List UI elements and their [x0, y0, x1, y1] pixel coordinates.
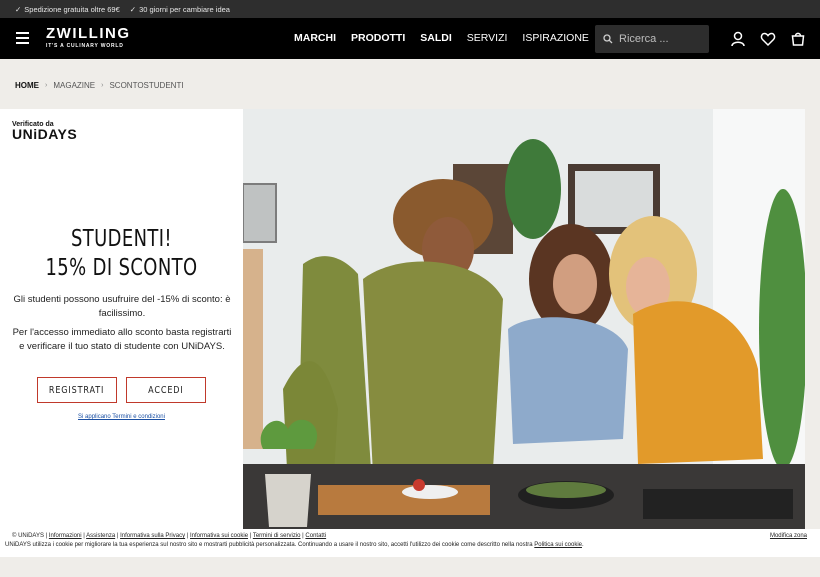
menu-icon[interactable] — [16, 32, 29, 44]
nav-item-ispirazione[interactable]: ISPIRAZIONE — [522, 32, 589, 44]
main-nav: MARCHI PRODOTTI SALDI SERVIZI ISPIRAZION… — [294, 32, 604, 44]
unidays-footer: © UNiDAYS | Informazioni | Assistenza | … — [0, 529, 820, 557]
cookie-policy-link[interactable]: Politica sui cookie — [534, 542, 582, 548]
footer-links: © UNiDAYS | Informazioni | Assistenza | … — [12, 533, 327, 539]
search-placeholder: Ricerca ... — [619, 33, 669, 45]
nav-item-servizi[interactable]: SERVIZI — [467, 32, 508, 44]
cookie-notice-text: UNiDAYS utilizza i cookie per migliorare… — [5, 542, 533, 548]
check-icon: ✓ — [129, 4, 137, 14]
topbar-item: ✓ 30 giorni per cambiare idea — [129, 4, 230, 14]
nav-item-prodotti[interactable]: PRODOTTI — [351, 32, 405, 44]
breadcrumb-home[interactable]: HOME — [15, 81, 39, 90]
cart-icon[interactable] — [790, 31, 806, 47]
terms-link[interactable]: Si applicano Termini e condizioni — [0, 414, 243, 420]
nav-item-marchi[interactable]: MARCHI — [294, 32, 336, 44]
breadcrumb-magazine[interactable]: MAGAZINE — [53, 81, 95, 90]
chevron-right-icon: › — [45, 82, 48, 89]
site-header: ZWILLING IT'S A CULINARY WORLD MARCHI PR… — [0, 18, 820, 59]
change-zone-link[interactable]: Modifica zona — [770, 533, 807, 539]
search-icon — [603, 34, 613, 44]
login-button[interactable]: ACCEDI — [126, 377, 206, 403]
footer-link-assistenza[interactable]: Assistenza — [86, 533, 115, 539]
breadcrumb-current: SCONTOSTUDENTI — [109, 81, 184, 90]
footer-link-contacts[interactable]: Contatti — [305, 533, 326, 539]
check-icon: ✓ — [15, 4, 22, 14]
brand-logo[interactable]: ZWILLING IT'S A CULINARY WORLD — [46, 26, 130, 49]
promo-instructions: Per l'accesso immediato allo sconto bast… — [12, 327, 232, 352]
register-button[interactable]: REGISTRATI — [37, 377, 117, 403]
student-discount-panel: Verificato da UNiDAYS STUDENTI! 15% DI S… — [0, 109, 243, 529]
cookie-notice: UNiDAYS utilizza i cookie per migliorare… — [5, 542, 584, 548]
topbar-item: ✓ Spedizione gratuita oltre 69€ — [15, 4, 120, 14]
breadcrumb: HOME › MAGAZINE › SCONTOSTUDENTI — [15, 81, 184, 90]
footer-link-informazioni[interactable]: Informazioni — [49, 533, 82, 539]
footer-link-privacy[interactable]: Informativa sulla Privacy — [120, 533, 185, 539]
nav-item-saldi[interactable]: SALDI — [420, 32, 452, 44]
promo-heading: STUDENTI! 15% DI SCONTO — [27, 225, 217, 283]
chevron-right-icon: › — [101, 82, 104, 89]
promo-heading-line2: 15% DI SCONTO — [45, 255, 198, 281]
header-icons — [730, 31, 806, 47]
footer-link-terms[interactable]: Termini di servizio — [253, 533, 301, 539]
brand-tagline: IT'S A CULINARY WORLD — [46, 43, 124, 49]
footer-copyright: © UNiDAYS — [12, 533, 44, 539]
kitchen-scene-image — [243, 109, 805, 529]
user-icon[interactable] — [730, 31, 746, 47]
login-button-label: ACCEDI — [148, 384, 184, 396]
unidays-logo: UNiDAYS — [12, 126, 78, 142]
register-button-label: REGISTRATI — [49, 384, 105, 396]
promo-heading-line1: STUDENTI! — [70, 226, 172, 252]
promo-description: Gli studenti possono usufruire del -15% … — [13, 294, 231, 319]
footer-link-cookie[interactable]: Informativa sui cookie — [190, 533, 248, 539]
heart-icon[interactable] — [760, 31, 776, 47]
search-input[interactable]: Ricerca ... — [595, 25, 709, 53]
hero-photo — [243, 109, 805, 529]
unidays-badge: Verificato da UNiDAYS — [12, 121, 77, 141]
promo-topbar: ✓ Spedizione gratuita oltre 69€ ✓ 30 giorn… — [0, 0, 820, 18]
brand-name: ZWILLING — [46, 25, 131, 42]
